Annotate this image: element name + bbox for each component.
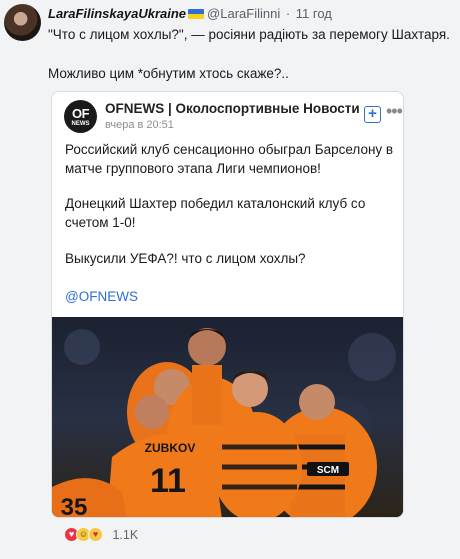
source-logo[interactable]: OF NEWS bbox=[64, 100, 97, 133]
source-time: вчера в 20:51 bbox=[105, 119, 174, 131]
logo-text-of: OF bbox=[71, 106, 90, 121]
jersey-number: 11 bbox=[150, 462, 186, 500]
ukraine-flag-icon bbox=[188, 9, 205, 19]
card-paragraph-1: Российский клуб сенсационно обыграл Барс… bbox=[65, 142, 394, 176]
source-name[interactable]: OFNEWS | Околоспортивные Новости bbox=[105, 101, 360, 116]
logo-text-news: NEWS bbox=[71, 121, 90, 127]
reactions-bar[interactable]: ♥ ☺ ♥ 1.1K bbox=[64, 526, 138, 546]
add-icon[interactable]: + bbox=[364, 106, 381, 123]
post-time[interactable]: 11 год bbox=[296, 6, 332, 21]
card-hashtag-link[interactable]: @OFNEWS bbox=[65, 287, 395, 306]
news-photo[interactable]: SCM ZUBKOV 11 35 bbox=[52, 317, 403, 518]
card-paragraph-3: Выкусили УЕФА?! что с лицом хохлы? bbox=[65, 251, 306, 266]
jersey-name: ZUBKOV bbox=[145, 441, 196, 455]
football-players-illustration: SCM ZUBKOV 11 35 bbox=[52, 317, 403, 518]
post-text-line-1: "Что с лицом хохлы?", — росіяни радіють … bbox=[48, 27, 450, 42]
post-header: LaraFilinskayaUkraine @LaraFilinni · 11 г… bbox=[48, 6, 332, 21]
embedded-news-card[interactable]: OF NEWS OFNEWS | Околоспортивные Новости… bbox=[51, 91, 404, 518]
author-handle[interactable]: @LaraFilinni bbox=[207, 6, 280, 21]
jersey-number-2: 35 bbox=[61, 494, 88, 518]
tweet-post: LaraFilinskayaUkraine @LaraFilinni · 11 г… bbox=[0, 0, 460, 559]
card-paragraph-2: Донецкий Шахтер победил каталонский клуб… bbox=[65, 196, 366, 230]
sponsor-text: SCM bbox=[317, 465, 339, 476]
separator-dot: · bbox=[285, 6, 291, 21]
love-reaction-icon[interactable]: ♥ bbox=[88, 527, 103, 543]
more-options-icon[interactable]: ••• bbox=[386, 101, 403, 123]
reaction-count[interactable]: 1.1K bbox=[112, 528, 138, 542]
post-text-line-2: Можливо цим *обнутим хтось скаже?.. bbox=[48, 66, 289, 81]
author-name[interactable]: LaraFilinskayaUkraine bbox=[48, 6, 186, 21]
avatar[interactable] bbox=[4, 4, 41, 41]
